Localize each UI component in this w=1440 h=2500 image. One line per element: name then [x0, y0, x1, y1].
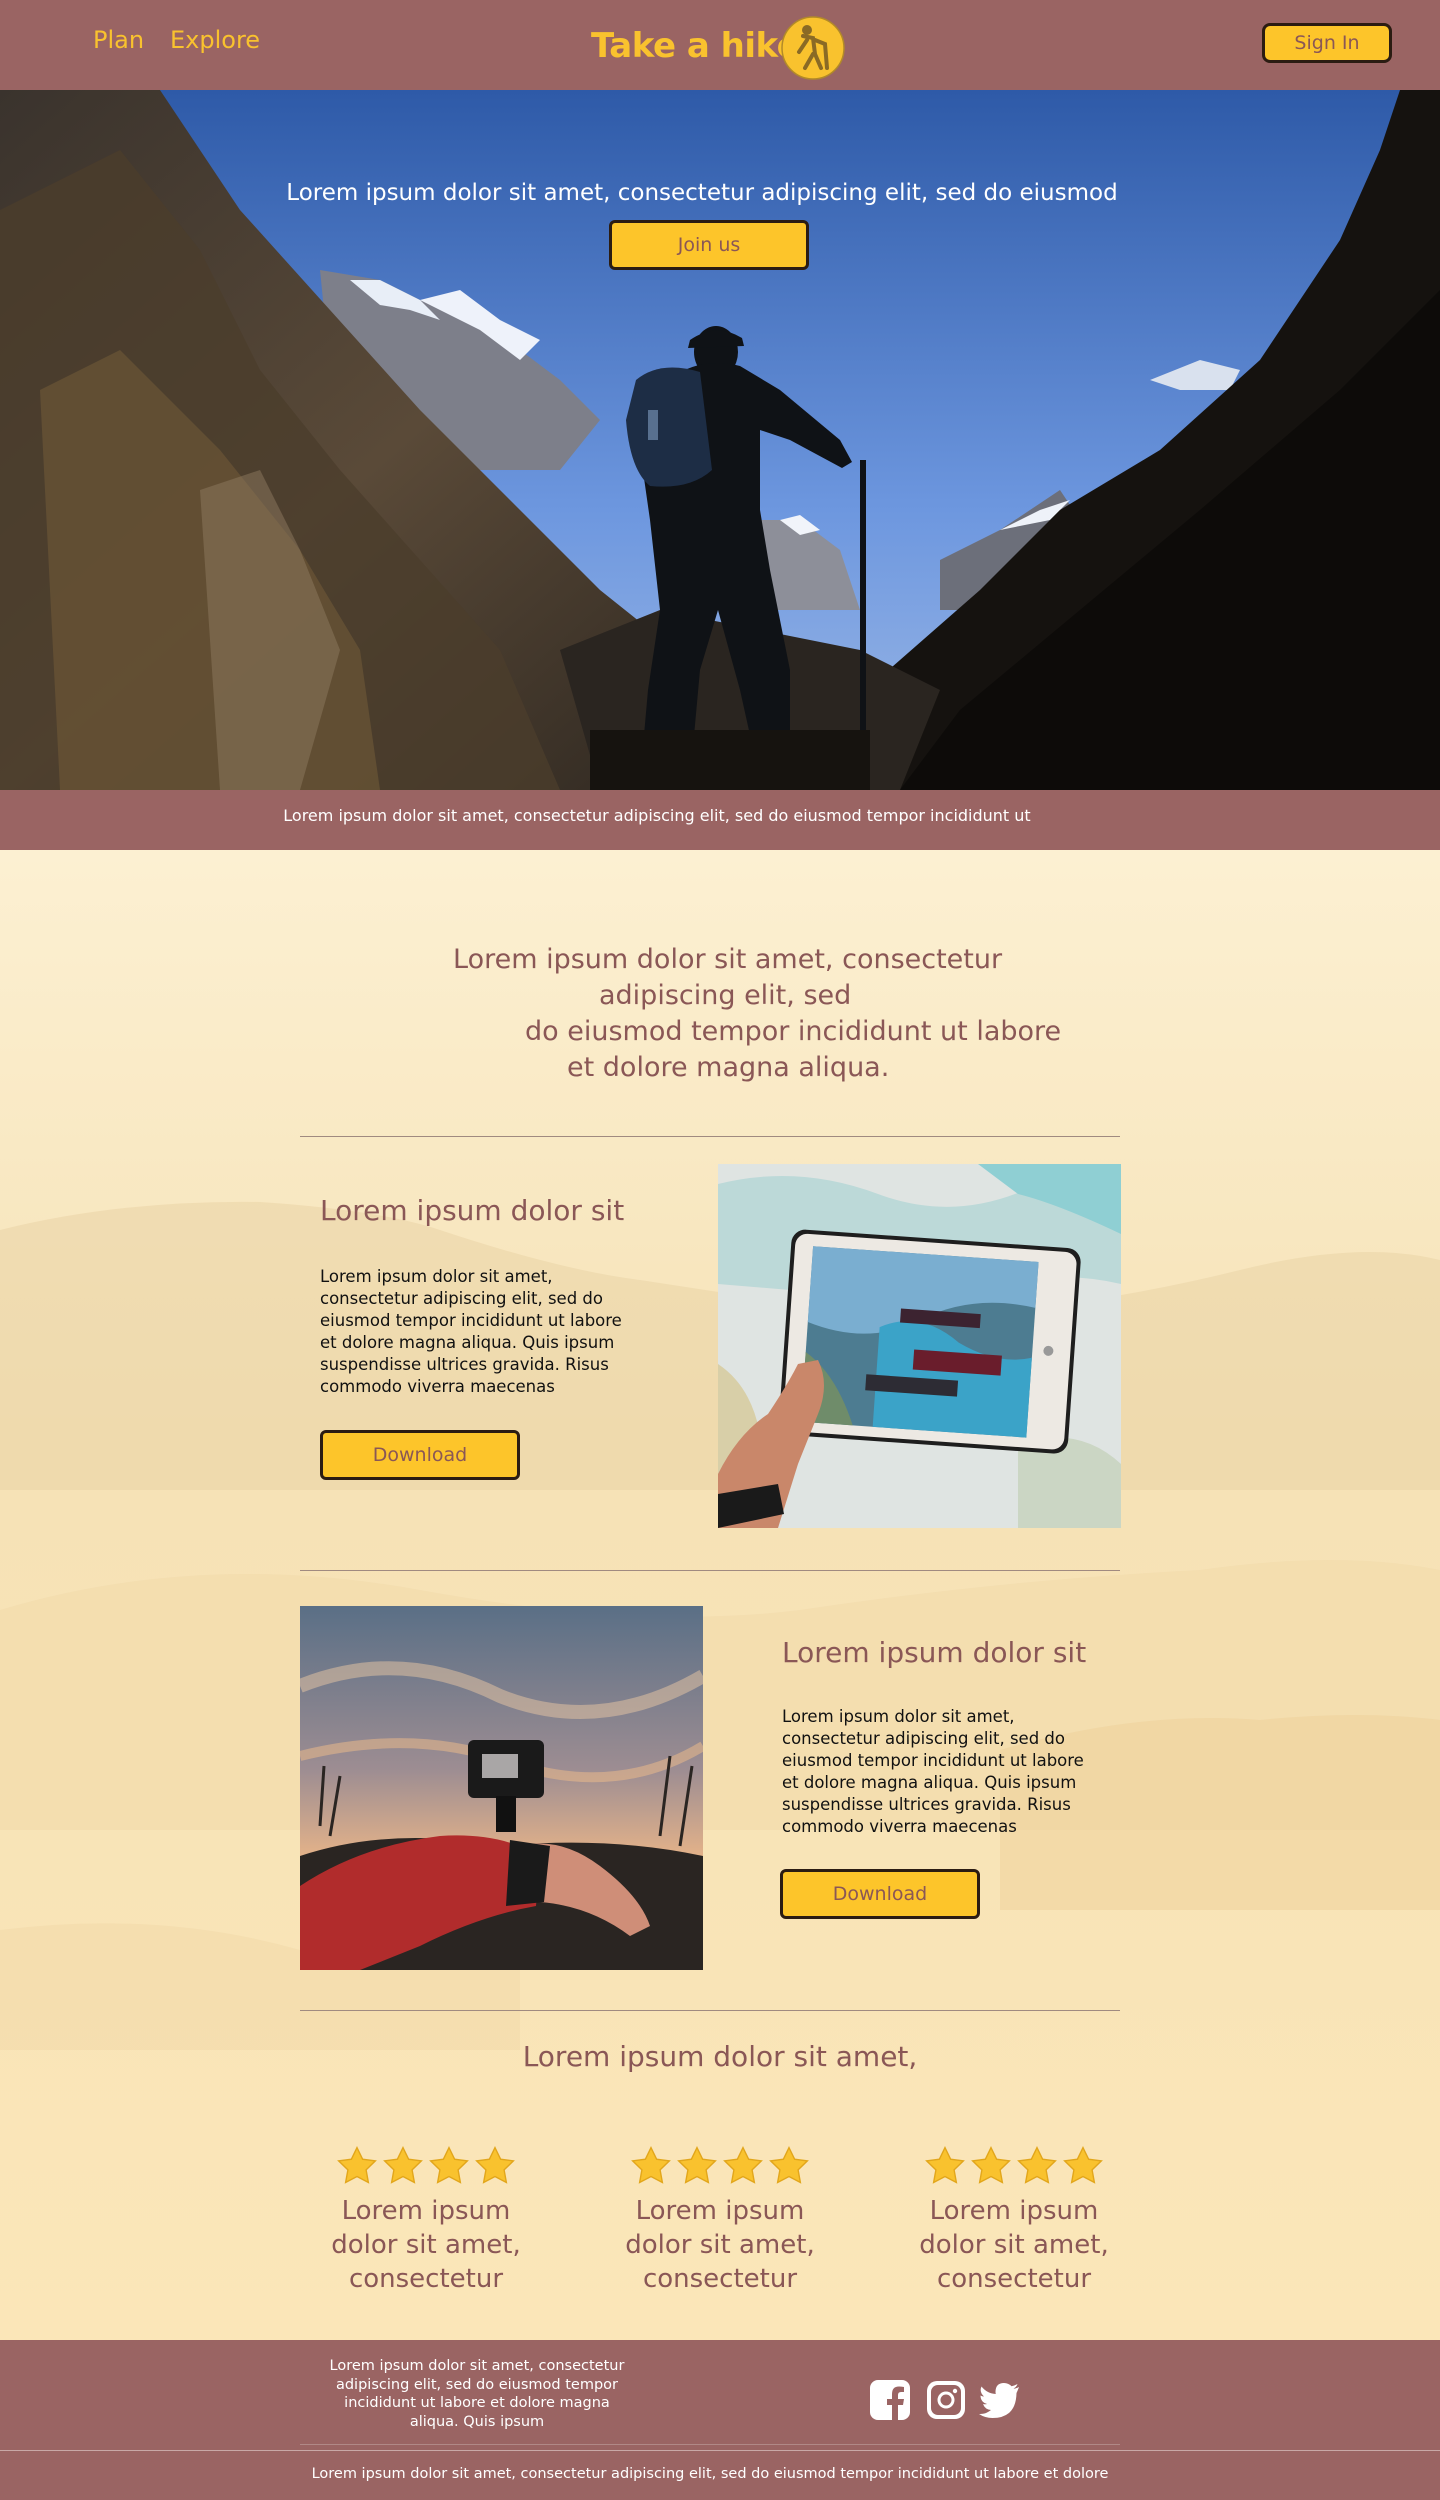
divider — [300, 1570, 1120, 1571]
review-text: Lorem ipsum dolor sit amet, consectetur — [625, 2196, 815, 2294]
feature-1-body: Lorem ipsum dolor sit amet, consectetur … — [320, 1267, 622, 1396]
sign-in-button[interactable]: Sign In — [1262, 23, 1392, 63]
top-nav: Plan Explore Take a hike Sign In — [0, 0, 1440, 90]
review-text: Lorem ipsum dolor sit amet, consectetur — [331, 2196, 521, 2294]
feature-2-download-button[interactable]: Download — [780, 1869, 980, 1919]
facebook-icon[interactable] — [868, 2378, 912, 2422]
twitter-icon[interactable] — [978, 2378, 1022, 2422]
logo[interactable]: Take a hike — [591, 10, 851, 82]
star-rating — [316, 2145, 536, 2189]
feature-1-download-button[interactable]: Download — [320, 1430, 520, 1480]
star-icon — [1063, 2146, 1103, 2184]
star-icon — [383, 2146, 423, 2184]
tablet-map-image — [718, 1164, 1121, 1528]
nav-link-plan[interactable]: Plan — [93, 26, 144, 54]
review-card-1: Lorem ipsum dolor sit amet, consectetur — [316, 2145, 536, 2296]
review-text: Lorem ipsum dolor sit amet, consectetur — [919, 2196, 1109, 2294]
footer-divider — [300, 2444, 1120, 2445]
star-icon — [971, 2146, 1011, 2184]
star-rating — [904, 2145, 1124, 2189]
hiker-badge-icon — [781, 16, 845, 80]
star-icon — [631, 2146, 671, 2184]
intro-line-4: et dolore magna aliqua. — [567, 1052, 890, 1083]
intro-line-3: do eiusmod tempor incididunt ut labore — [525, 1016, 1062, 1047]
star-icon — [677, 2146, 717, 2184]
reviews-title: Lorem ipsum dolor sit amet, — [522, 2040, 918, 2073]
hero-section: Lorem ipsum dolor sit amet, consectetur … — [0, 90, 1440, 790]
info-strip: Lorem ipsum dolor sit amet, consectetur … — [0, 790, 1440, 850]
nav-link-explore[interactable]: Explore — [170, 26, 260, 54]
star-icon — [337, 2146, 377, 2184]
star-icon — [475, 2146, 515, 2184]
instagram-icon[interactable] — [924, 2378, 968, 2422]
join-us-button[interactable]: Join us — [609, 220, 809, 270]
intro-line-2: adipiscing elit, sed — [599, 980, 852, 1011]
review-card-3: Lorem ipsum dolor sit amet, consectetur — [904, 2145, 1124, 2296]
star-icon — [925, 2146, 965, 2184]
divider — [300, 2010, 1120, 2011]
intro-text: Lorem ipsum dolor sit amet, consectetur … — [440, 942, 1062, 1086]
star-icon — [1017, 2146, 1057, 2184]
footer: Lorem ipsum dolor sit amet, consectetur … — [0, 2340, 1440, 2500]
star-rating — [610, 2145, 830, 2189]
action-camera-image — [300, 1606, 703, 1970]
divider — [300, 1136, 1120, 1137]
feature-2-body: Lorem ipsum dolor sit amet, consectetur … — [782, 1707, 1084, 1836]
intro-line-1: Lorem ipsum dolor sit amet, consectetur — [453, 944, 1003, 975]
star-icon — [429, 2146, 469, 2184]
logo-text: Take a hike — [591, 26, 800, 66]
feature-1-title: Lorem ipsum dolor sit — [320, 1194, 625, 1227]
star-icon — [769, 2146, 809, 2184]
review-card-2: Lorem ipsum dolor sit amet, consectetur — [610, 2145, 830, 2296]
footer-text: Lorem ipsum dolor sit amet, consectetur … — [329, 2358, 625, 2430]
star-icon — [723, 2146, 763, 2184]
feature-2-title: Lorem ipsum dolor sit — [782, 1636, 1087, 1669]
footer-copyright: Lorem ipsum dolor sit amet, consectetur … — [311, 2466, 1109, 2482]
footer-divider — [0, 2450, 1440, 2451]
hero-tagline: Lorem ipsum dolor sit amet, consectetur … — [286, 180, 1118, 206]
